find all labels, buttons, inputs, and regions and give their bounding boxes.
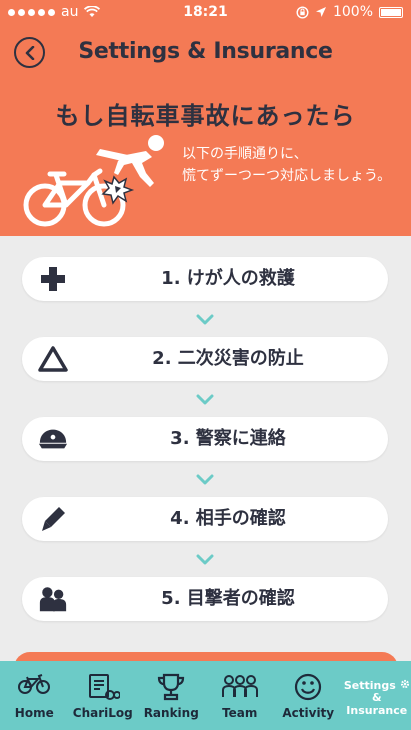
step-label: 3. 警察に連絡 xyxy=(170,428,286,449)
battery-percent: 100% xyxy=(332,4,373,20)
tab-label-line-1: Settings xyxy=(343,679,396,692)
tab-home[interactable]: Home xyxy=(0,661,69,730)
step-label: 4. 相手の確認 xyxy=(170,508,286,529)
bicycle-accident-illustration xyxy=(23,135,164,227)
instruction-line-1: 以下の手順通りに、 xyxy=(182,146,308,162)
step-4-confirm-other-party[interactable]: 4. 相手の確認 xyxy=(22,497,388,541)
instruction-line-2: 慌てずーつーつ対応しましょう。 xyxy=(182,168,392,184)
header: Settings & Insurance もし自転車事故にあったら 以下の手順通… xyxy=(0,26,411,236)
tab-label: ChariLog xyxy=(72,706,133,720)
notebook-bike-icon xyxy=(88,674,120,700)
tab-label: Ranking xyxy=(143,706,199,720)
chevron-down-icon xyxy=(196,394,214,405)
bicycle-icon xyxy=(18,674,51,694)
step-label: 2. 二次災害の防止 xyxy=(152,348,304,369)
battery-icon xyxy=(379,6,403,18)
team-icon xyxy=(221,675,258,697)
tab-charilog[interactable]: ChariLog xyxy=(69,661,138,730)
page-title: Settings & Insurance xyxy=(78,39,333,64)
trophy-icon xyxy=(158,673,185,701)
tab-team[interactable]: Team xyxy=(206,661,275,730)
accident-headline: もし自転車事故にあったら xyxy=(55,102,356,130)
step-2-prevent-secondary-hazard[interactable]: 2. 二次災害の防止 xyxy=(22,337,388,381)
tab-ranking[interactable]: Ranking xyxy=(137,661,206,730)
gear-icon xyxy=(400,679,409,689)
tab-label: Team xyxy=(222,706,258,720)
step-label: 5. 目撃者の確認 xyxy=(161,588,295,609)
smiley-icon xyxy=(295,673,322,701)
tab-settings-insurance[interactable]: Settings & Insurance xyxy=(343,661,411,730)
police-cap-icon xyxy=(38,425,68,453)
step-1-first-aid[interactable]: 1. けが人の救護 xyxy=(22,257,388,301)
status-bar: au 18:21 100% xyxy=(0,0,411,26)
tab-label-insurance: Insurance xyxy=(346,704,408,717)
people-icon xyxy=(38,585,68,613)
step-label: 1. けが人の救護 xyxy=(161,268,295,289)
tab-label: Activity xyxy=(282,706,335,720)
step-3-call-police[interactable]: 3. 警察に連絡 xyxy=(22,417,388,461)
warning-triangle-icon xyxy=(38,345,68,373)
location-arrow-icon xyxy=(315,7,326,17)
plus-icon xyxy=(38,265,68,293)
instruction-text: 以下の手順通りに、 慌てずーつーつ対応しましょう。 xyxy=(182,143,407,187)
tab-label-amp: & xyxy=(371,691,382,704)
step-5-confirm-witnesses[interactable]: 5. 目撃者の確認 xyxy=(22,577,388,621)
tab-activity[interactable]: Activity xyxy=(274,661,343,730)
tab-label: Home xyxy=(14,706,54,720)
rotation-lock-icon xyxy=(296,5,309,19)
pen-icon xyxy=(38,505,68,533)
chevron-down-icon xyxy=(196,554,214,565)
chevron-down-icon xyxy=(196,474,214,485)
tab-bar: Home ChariLog Ranking Team Activity Sett… xyxy=(0,661,411,730)
chevron-down-icon xyxy=(196,314,214,325)
